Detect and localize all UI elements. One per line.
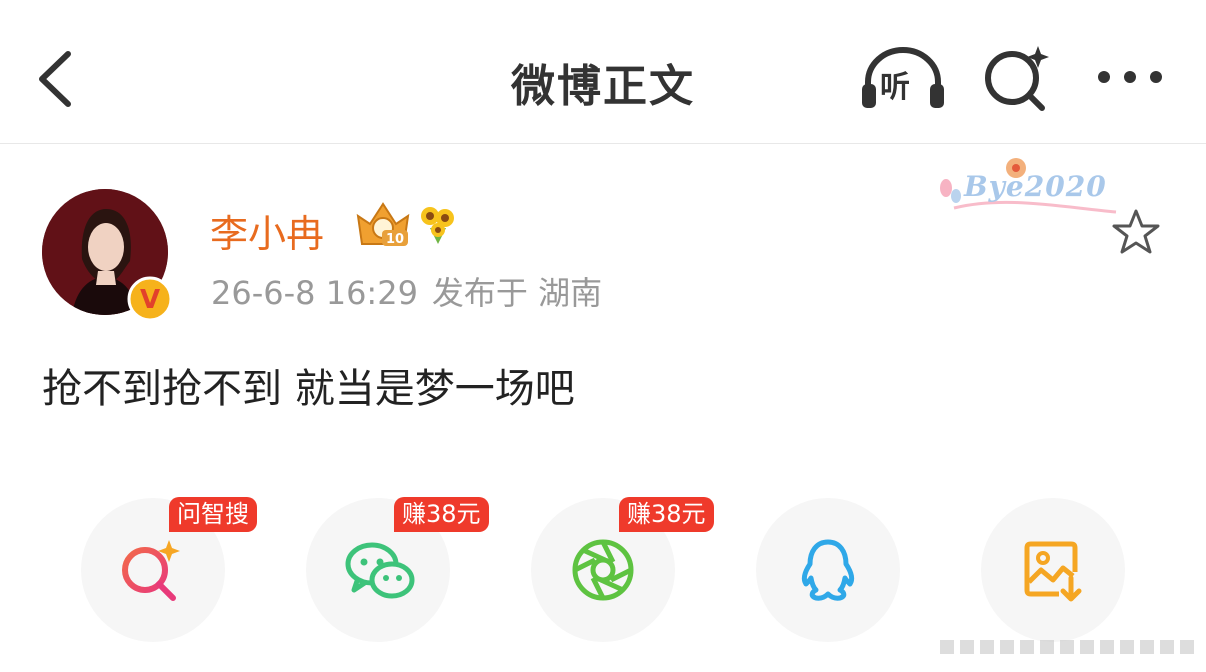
ai-search-icon <box>985 46 1049 111</box>
more-button[interactable] <box>1094 60 1166 94</box>
post-text: 抢不到抢不到 就当是梦一场吧 <box>42 366 575 412</box>
more-dots-icon <box>1098 71 1162 83</box>
svg-text:10: 10 <box>386 232 404 247</box>
sunflower-badge <box>416 202 458 246</box>
share-qq-button[interactable] <box>756 498 900 642</box>
ai-search-button[interactable] <box>980 42 1052 114</box>
favorite-button[interactable] <box>1110 207 1162 257</box>
post-meta: 26-6-8 16:29 发布于 湖南 <box>211 268 602 314</box>
verified-badge: V <box>127 276 173 322</box>
top-navbar: 微博正文 听 <box>0 0 1206 144</box>
star-icon <box>1112 209 1160 254</box>
share-tag-moments: 赚38元 <box>619 497 714 532</box>
listen-button[interactable]: 听 <box>858 44 948 112</box>
post-timestamp: 26-6-8 16:29 <box>211 274 418 312</box>
watermark-band <box>940 632 1200 662</box>
svg-text:V: V <box>140 285 160 315</box>
sticker-text: Bye2020 <box>964 170 1107 203</box>
share-tag-ai-search: 问智搜 <box>169 497 257 532</box>
ai-search-icon <box>122 540 180 601</box>
navbar-divider <box>0 143 1206 144</box>
listen-label: 听 <box>880 70 910 105</box>
author-name[interactable]: 李小冉 <box>210 203 324 258</box>
post-location: 发布于 湖南 <box>431 274 603 312</box>
qq-icon <box>801 539 855 601</box>
moments-icon <box>572 539 634 601</box>
sunflower-icon <box>421 207 454 244</box>
watermark-pattern-icon <box>940 640 1194 654</box>
share-tag-wechat: 赚38元 <box>394 497 489 532</box>
level-badge: 10 <box>354 198 412 250</box>
save-image-icon <box>1024 541 1082 602</box>
verified-v-icon: V <box>127 276 173 322</box>
bye2020-sticker: Bye2020 <box>934 152 1124 222</box>
crown-level-icon: 10 <box>356 202 410 247</box>
wechat-icon <box>345 542 415 599</box>
share-save-image-button[interactable] <box>981 498 1125 642</box>
